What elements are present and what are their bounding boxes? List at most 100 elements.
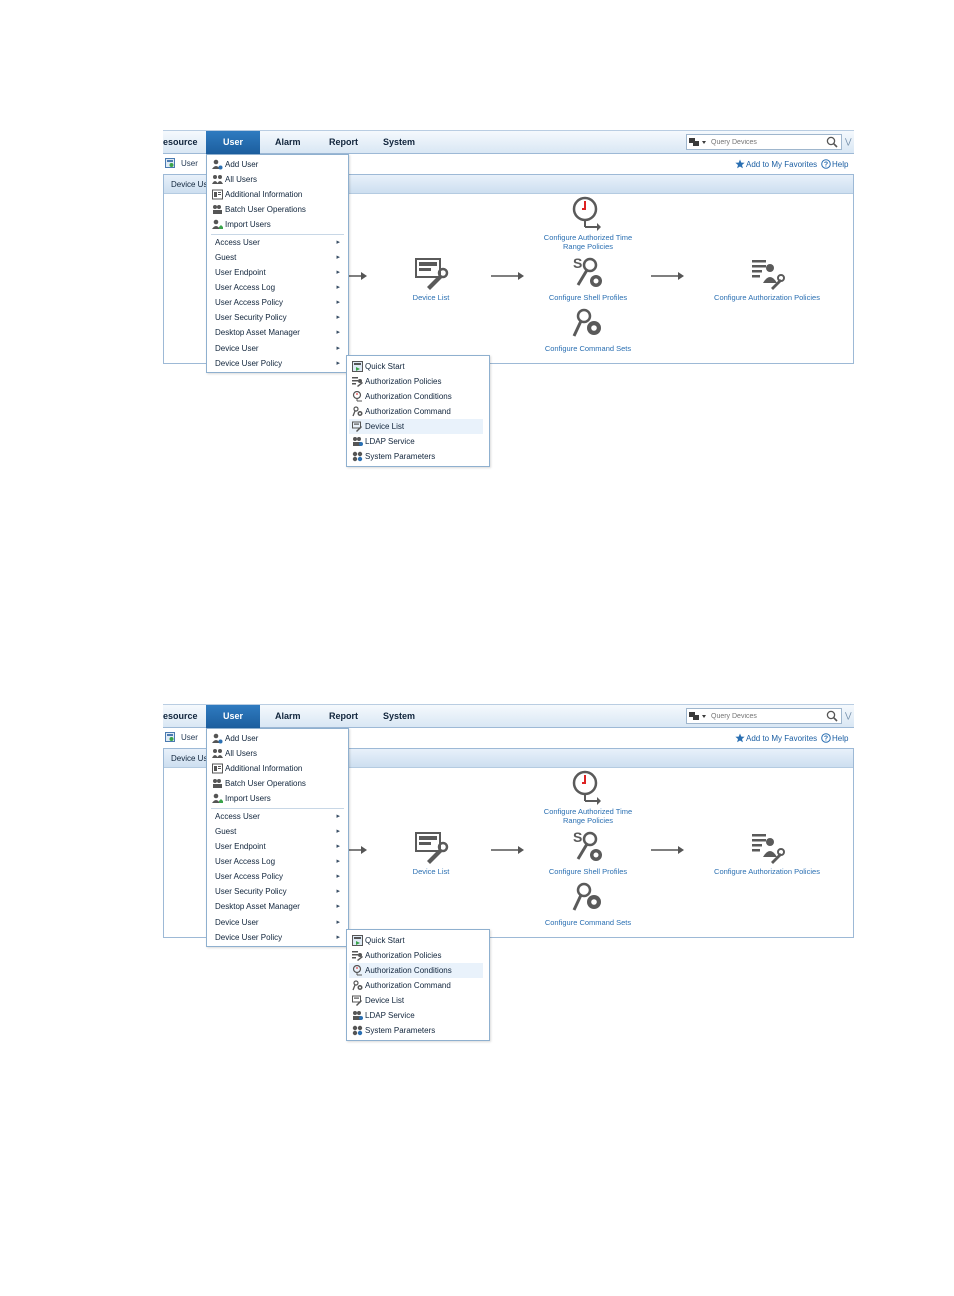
workflow-time-range-policies[interactable]: Configure Authorized Time Range Policies [536,195,640,251]
authorization-label: Configure Authorization Policies [714,293,820,302]
batch-users-icon [213,205,222,214]
menu-item-user-endpoint[interactable]: User Endpoint ▸ [209,265,346,280]
submenu-item-authorization-command[interactable]: Authorization Command [349,404,483,419]
menu-item-user-security-policy[interactable]: User Security Policy ▸ [209,884,346,899]
tab-report[interactable]: Report [329,705,358,728]
workflow-shell-profiles[interactable]: S Configure Shell Profiles [536,255,640,302]
search-icon[interactable] [826,710,838,722]
menu-item-additional-information[interactable]: Additional Information [209,761,346,776]
submenu-item-system-parameters[interactable]: System Parameters [349,449,483,464]
svg-text:?: ? [824,736,828,743]
menu-item-user-access-policy[interactable]: User Access Policy ▸ [209,295,346,310]
menu-item-guest[interactable]: Guest ▸ [209,250,346,265]
submenu-item-ldap-service[interactable]: LDAP Service [349,1008,483,1023]
add-to-favorites-link[interactable]: Add to My Favorites [735,159,817,169]
help-icon: ? [821,159,831,169]
quick-start-icon [352,361,363,372]
menu-item-all-users[interactable]: All Users [209,172,346,187]
tab-user[interactable]: User [206,705,260,728]
authorization-command-icon [352,406,363,417]
menu-item-user-endpoint[interactable]: User Endpoint ▸ [209,839,346,854]
submenu-item-ldap-service[interactable]: LDAP Service [349,434,483,449]
search-input[interactable] [711,135,819,149]
submenu-item-quick-start[interactable]: Quick Start [349,359,483,374]
menu-item-import-users[interactable]: Import Users [209,217,346,232]
breadcrumb[interactable]: User [181,733,198,742]
tab-system[interactable]: System [383,131,415,154]
chevron-right-icon: ▸ [336,843,340,850]
authorization-policy-icon [752,834,785,864]
workflow-device-list[interactable]: Device List [396,255,466,302]
workflow-device-list[interactable]: Device List [396,829,466,876]
search-input[interactable] [711,709,819,723]
submenu-item-system-parameters[interactable]: System Parameters [349,1023,483,1038]
submenu-item-quick-start[interactable]: Quick Start [349,933,483,948]
workflow-time-range-policies[interactable]: Configure Authorized Time Range Policies [536,769,640,825]
submenu-item-device-list[interactable]: Device List [349,993,483,1008]
menu-item-user-access-log[interactable]: User Access Log ▸ [209,280,346,295]
device-type-dropdown-icon[interactable] [689,711,707,721]
star-icon [735,159,745,169]
menu-item-user-security-policy[interactable]: User Security Policy ▸ [209,310,346,325]
menu-item-device-user-policy[interactable]: Device User Policy ▸ [209,356,346,371]
all-users-icon [212,175,223,184]
menu-item-guest[interactable]: Guest ▸ [209,824,346,839]
authorization-policies-icon [352,377,363,387]
menu-item-desktop-asset-manager[interactable]: Desktop Asset Manager ▸ [209,325,346,340]
authorization-policy-icon [752,260,785,290]
device-list-label: Device List [412,293,450,302]
submenu-item-authorization-conditions[interactable]: Authorization Conditions [349,389,483,404]
menu-item-desktop-asset-manager[interactable]: Desktop Asset Manager ▸ [209,899,346,914]
info-card-icon [212,763,223,774]
menu-item-access-user[interactable]: Access User ▸ [209,809,346,824]
tab-resource[interactable]: esource [163,705,198,728]
menu-item-import-users[interactable]: Import Users [209,791,346,806]
chevron-right-icon: ▸ [336,903,340,910]
menu-item-user-access-log[interactable]: User Access Log ▸ [209,854,346,869]
double-chevron-down-icon[interactable]: ⋁ [845,711,852,720]
search-icon[interactable] [826,136,838,148]
submenu-item-device-list[interactable]: Device List [349,419,483,434]
menu-item-batch-user-operations[interactable]: Batch User Operations [209,776,346,791]
breadcrumb[interactable]: User [181,159,198,168]
device-list-icon [352,421,362,432]
menu-item-device-user[interactable]: Device User ▸ [209,915,346,930]
help-link[interactable]: ? Help [821,159,848,169]
query-devices-search [686,708,842,724]
workflow-authorization-policies[interactable]: Configure Authorization Policies [702,829,832,876]
menu-item-device-user[interactable]: Device User ▸ [209,341,346,356]
tab-alarm[interactable]: Alarm [275,705,301,728]
menu-item-device-user-policy[interactable]: Device User Policy ▸ [209,930,346,945]
add-to-favorites-link[interactable]: Add to My Favorites [735,733,817,743]
workflow-command-sets[interactable]: Configure Command Sets [536,880,640,927]
workflow-shell-profiles[interactable]: S Configure Shell Profiles [536,829,640,876]
menu-item-batch-user-operations[interactable]: Batch User Operations [209,202,346,217]
tab-user[interactable]: User [206,131,260,154]
batch-users-icon [213,779,222,788]
menu-item-add-user[interactable]: Add User [209,731,346,746]
tab-report[interactable]: Report [329,131,358,154]
device-list-icon [352,995,362,1006]
device-type-dropdown-icon[interactable] [689,137,707,147]
submenu-item-authorization-command[interactable]: Authorization Command [349,978,483,993]
menu-item-additional-information[interactable]: Additional Information [209,187,346,202]
double-chevron-down-icon[interactable]: ⋁ [845,137,852,146]
submenu-item-authorization-policies[interactable]: Authorization Policies [349,948,483,963]
chevron-right-icon: ▸ [336,254,340,261]
tab-alarm[interactable]: Alarm [275,131,301,154]
workflow-authorization-policies[interactable]: Configure Authorization Policies [702,255,832,302]
workflow-command-sets[interactable]: Configure Command Sets [536,306,640,353]
menu-item-all-users[interactable]: All Users [209,746,346,761]
chevron-right-icon: ▸ [336,888,340,895]
help-link[interactable]: ? Help [821,733,848,743]
menu-item-add-user[interactable]: Add User [209,157,346,172]
submenu-item-authorization-policies[interactable]: Authorization Policies [349,374,483,389]
menu-item-user-access-policy[interactable]: User Access Policy ▸ [209,869,346,884]
tab-system[interactable]: System [383,705,415,728]
system-parameters-icon [352,451,363,462]
query-devices-search [686,134,842,150]
menu-item-access-user[interactable]: Access User ▸ [209,235,346,250]
tab-resource[interactable]: esource [163,131,198,154]
panel-title: Device Us [171,180,208,189]
submenu-item-authorization-conditions[interactable]: Authorization Conditions [349,963,483,978]
